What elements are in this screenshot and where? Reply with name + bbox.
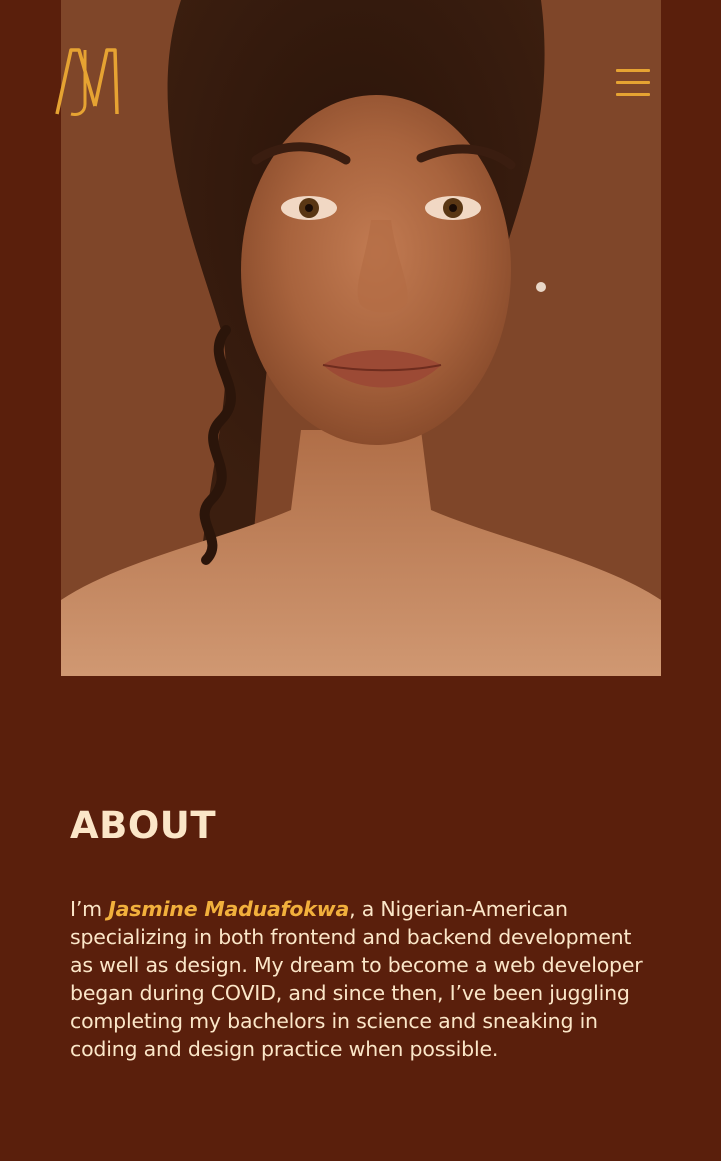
hero-portrait-image — [61, 0, 661, 676]
menu-line — [616, 81, 650, 84]
menu-line — [616, 93, 650, 96]
menu-line — [616, 69, 650, 72]
jm-logo-icon[interactable] — [55, 46, 123, 118]
page: ABOUT I’m Jasmine Maduafokwa, a Nigerian… — [0, 0, 721, 1161]
about-heading: ABOUT — [70, 804, 217, 847]
portrait-illustration — [61, 0, 661, 676]
author-name: Jasmine Maduafokwa — [108, 897, 350, 921]
about-intro: I’m — [70, 897, 109, 921]
about-paragraph: I’m Jasmine Maduafokwa, a Nigerian-Ameri… — [70, 895, 650, 1063]
hamburger-menu-icon[interactable] — [612, 66, 654, 100]
about-body: , a Nigerian-American specializing in bo… — [70, 897, 643, 1061]
